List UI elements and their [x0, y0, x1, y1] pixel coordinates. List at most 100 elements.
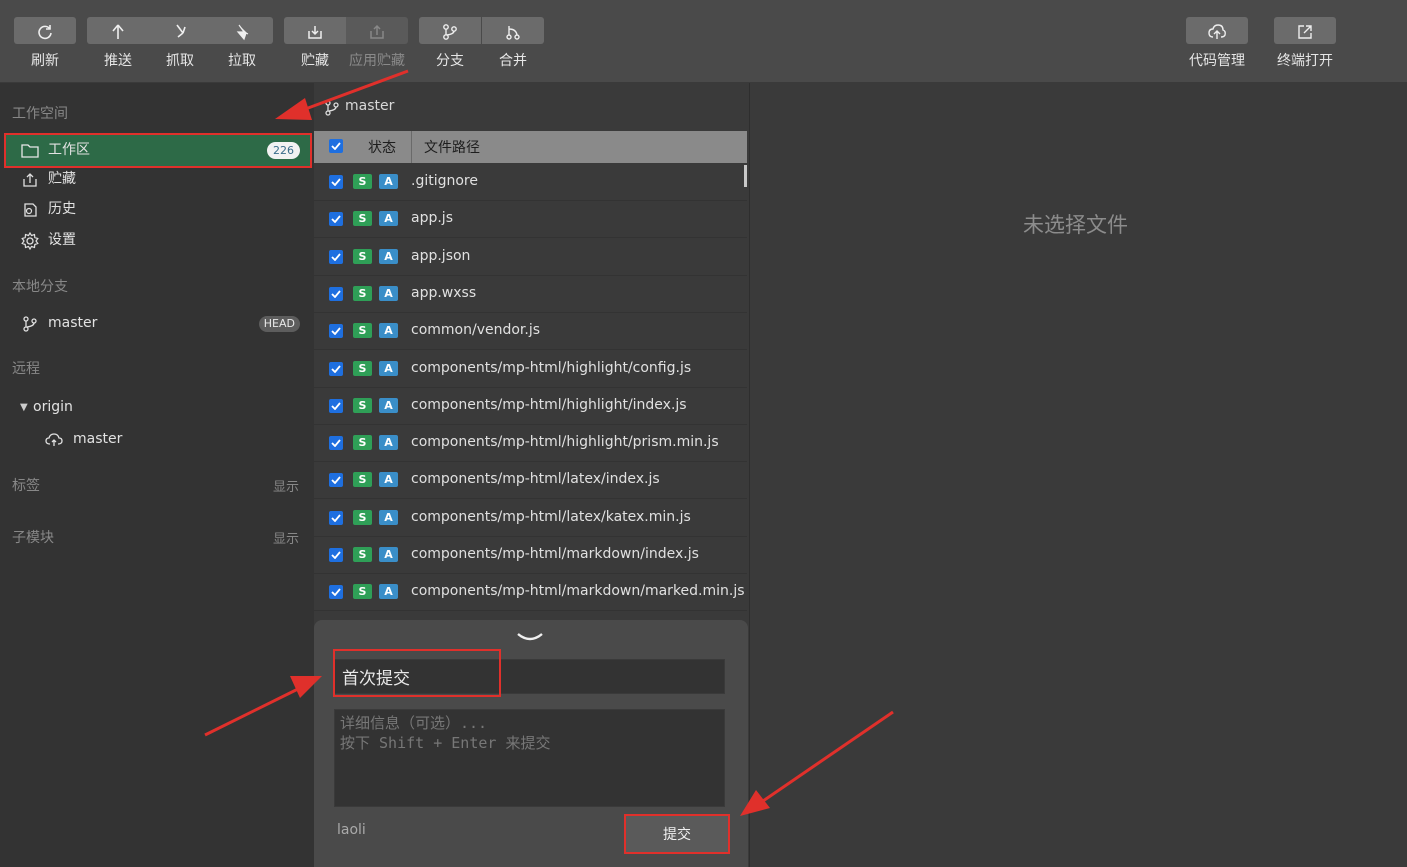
column-divider — [411, 131, 412, 163]
current-branch-name: master — [345, 98, 395, 114]
apply-stash-button[interactable]: 应用贮藏 — [346, 17, 408, 70]
file-path: components/mp-html/latex/index.js — [411, 471, 660, 488]
file-row[interactable]: S Acomponents/mp-html/markdown/marked.min… — [314, 574, 747, 612]
submodules-section-title: 子模块 — [12, 530, 54, 546]
staged-tag: S — [353, 509, 372, 525]
apply-stash-icon — [346, 17, 408, 44]
commit-submit-button[interactable]: 提交 — [624, 814, 730, 854]
submodules-show-link[interactable]: 显示 — [273, 528, 299, 547]
status-column-header[interactable]: 状态 — [368, 137, 396, 157]
file-path: components/mp-html/latex/katex.min.js — [411, 508, 691, 525]
fetch-button[interactable]: 抓取 — [149, 17, 211, 70]
sidebar-item-history[interactable]: 历史 — [6, 194, 310, 225]
merge-button[interactable]: 合并 — [482, 17, 544, 70]
file-path: components/mp-html/markdown/index.js — [411, 546, 699, 562]
staged-tag: S — [353, 323, 372, 339]
remote-name: origin — [33, 399, 73, 415]
workspace-section-title: 工作空间 — [12, 106, 68, 122]
staged-tag: S — [353, 211, 372, 227]
staged-tag: S — [353, 472, 372, 488]
select-all-checkbox[interactable] — [329, 139, 343, 153]
file-checkbox[interactable] — [329, 286, 343, 301]
sidebar-item-label: 贮藏 — [48, 171, 76, 187]
terminal-open-label: 终端打开 — [1277, 53, 1333, 69]
commit-description-input[interactable] — [334, 709, 725, 807]
file-row[interactable]: S A .gitignore — [314, 164, 747, 201]
staged-tag: S — [353, 584, 372, 600]
local-branch-section-title: 本地分支 — [12, 279, 68, 295]
file-checkbox[interactable] — [329, 249, 343, 264]
scrollbar-thumb[interactable] — [744, 165, 747, 187]
staged-tag: S — [353, 248, 372, 264]
file-checkbox[interactable] — [329, 324, 343, 339]
commit-panel: laoli 提交 — [314, 620, 748, 867]
caret-down-icon: ▼ — [20, 402, 28, 413]
file-checkbox[interactable] — [329, 510, 343, 525]
push-button[interactable]: 推送 — [87, 17, 149, 70]
diff-pane: 未选择文件 — [749, 83, 1407, 867]
fetch-icon — [149, 17, 211, 44]
remote-branch-master[interactable]: master — [36, 424, 310, 455]
branch-name: master — [48, 315, 98, 331]
branch-icon — [419, 17, 481, 44]
remote-section-title: 远程 — [12, 361, 40, 377]
external-link-icon — [1274, 17, 1336, 44]
file-row[interactable]: S Aapp.js — [314, 201, 747, 239]
stash-button[interactable]: 贮藏 — [284, 17, 346, 70]
tags-section-title: 标签 — [12, 478, 40, 494]
file-path: app.js — [411, 210, 453, 227]
file-checkbox[interactable] — [329, 212, 343, 227]
added-tag: A — [379, 435, 398, 451]
commit-author: laoli — [337, 822, 366, 838]
commit-summary-input[interactable] — [334, 659, 725, 694]
code-manage-button[interactable]: 代码管理 — [1186, 17, 1248, 70]
file-path: components/mp-html/highlight/config.js — [411, 359, 692, 376]
branch-icon — [324, 100, 340, 120]
pull-icon — [211, 17, 273, 44]
added-tag: A — [379, 397, 398, 413]
file-checkbox[interactable] — [329, 585, 343, 600]
file-checkbox[interactable] — [329, 436, 343, 451]
sidebar-item-stash[interactable]: 贮藏 — [6, 164, 310, 195]
refresh-button[interactable]: 刷新 — [14, 17, 76, 70]
staged-tag: S — [353, 547, 372, 562]
file-row[interactable]: S Acomponents/mp-html/markdown/index.js — [314, 537, 747, 574]
file-row[interactable]: S Acomponents/mp-html/highlight/config.js — [314, 351, 747, 388]
file-checkbox[interactable] — [329, 361, 343, 376]
sidebar-item-working-tree[interactable]: 工作区 226 — [4, 133, 312, 168]
terminal-open-button[interactable]: 终端打开 — [1274, 17, 1336, 70]
toolbar: 刷新 推送 抓取 拉取 贮藏 应用贮藏 分支 合并 代码管理 终端打开 — [0, 0, 1407, 83]
branch-button[interactable]: 分支 — [419, 17, 481, 70]
added-tag: A — [379, 472, 398, 488]
file-checkbox[interactable] — [329, 398, 343, 413]
current-branch-bar: master — [314, 83, 749, 131]
file-row[interactable]: S Aapp.json — [314, 239, 747, 276]
pull-button[interactable]: 拉取 — [211, 17, 273, 70]
refresh-label: 刷新 — [31, 53, 59, 69]
file-checkbox[interactable] — [329, 175, 343, 189]
file-row[interactable]: S Aapp.wxss — [314, 276, 747, 313]
staged-tag: S — [353, 435, 372, 451]
apply-stash-label: 应用贮藏 — [349, 53, 405, 69]
file-row[interactable]: S Acommon/vendor.js — [314, 313, 747, 351]
head-badge: HEAD — [258, 316, 300, 332]
file-row[interactable]: S Acomponents/mp-html/highlight/index.js — [314, 388, 747, 425]
sidebar-item-label: 设置 — [48, 232, 76, 248]
file-row[interactable]: S Acomponents/mp-html/highlight/prism.min… — [314, 425, 747, 463]
stash-label: 贮藏 — [301, 53, 329, 69]
cloud-upload-icon — [1186, 17, 1248, 44]
file-row[interactable]: S Acomponents/mp-html/latex/katex.min.js — [314, 500, 747, 537]
added-tag: A — [379, 248, 398, 264]
file-checkbox[interactable] — [329, 548, 343, 562]
file-row[interactable]: S Acomponents/mp-html/latex/index.js — [314, 462, 747, 500]
staged-tag: S — [353, 397, 372, 413]
remote-origin[interactable]: ▼ origin — [20, 392, 310, 423]
merge-icon — [482, 17, 544, 44]
collapse-chevron-icon[interactable] — [515, 628, 545, 646]
local-branch-master[interactable]: master HEAD — [6, 308, 310, 339]
sidebar-item-settings[interactable]: 设置 — [6, 225, 310, 256]
path-column-header[interactable]: 文件路径 — [424, 137, 480, 157]
added-tag: A — [379, 174, 398, 189]
file-checkbox[interactable] — [329, 473, 343, 488]
tags-show-link[interactable]: 显示 — [273, 476, 299, 495]
